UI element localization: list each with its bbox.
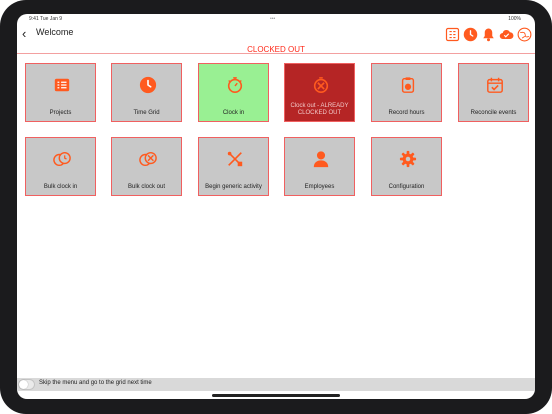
cloud-sync-icon[interactable] (498, 26, 514, 42)
building-icon[interactable] (444, 26, 460, 42)
calendar-check-icon (459, 74, 530, 96)
device-frame: 9:41 Tue Jan 9 ••• 100% ‹ Welcome CLOCKE… (0, 0, 552, 414)
globe-icon[interactable] (516, 26, 532, 42)
app-screen: 9:41 Tue Jan 9 ••• 100% ‹ Welcome CLOCKE… (17, 14, 535, 399)
clock-icon[interactable] (462, 26, 478, 42)
tile-clock-in[interactable]: Clock in (198, 63, 269, 122)
gear-icon (372, 148, 443, 170)
battery-indicator: 100% (508, 16, 521, 22)
tile-record-hours[interactable]: Record hours (371, 63, 442, 122)
tile-bulk-clock-in[interactable]: Bulk clock in (25, 137, 96, 196)
tile-configuration[interactable]: Configuration (371, 137, 442, 196)
tile-label: Reconcile events (470, 110, 517, 116)
tile-label: Projects (49, 110, 72, 116)
tools-icon (199, 148, 270, 170)
tile-label: Begin generic activity (205, 184, 262, 190)
stopwatch-icon (199, 74, 270, 96)
status-time: 9:41 Tue Jan 9 (29, 16, 63, 22)
person-icon (285, 148, 356, 170)
bell-icon[interactable] (480, 26, 496, 42)
tile-label: Employees (304, 184, 335, 190)
projects-icon (26, 74, 97, 96)
skip-menu-label: Skip the menu and go to the grid next ti… (39, 380, 152, 386)
tile-label: Clock out - ALREADY CLOCKED OUT (290, 103, 349, 116)
tile-label: Record hours (388, 110, 425, 116)
tile-label: Time Grid (133, 110, 160, 116)
tile-label: Configuration (388, 184, 425, 190)
status-bar: 9:41 Tue Jan 9 ••• 100% (17, 14, 535, 23)
tile-label: Clock in (222, 110, 245, 116)
tile-begin-generic-activity[interactable]: Begin generic activity (198, 137, 269, 196)
multitask-dots-icon: ••• (270, 16, 276, 22)
page-title: Welcome (36, 27, 74, 37)
tile-bulk-clock-out[interactable]: Bulk clock out (111, 137, 182, 196)
skip-menu-toggle[interactable] (18, 379, 35, 390)
tile-employees[interactable]: Employees (284, 137, 355, 196)
tile-label: Bulk clock out (127, 184, 166, 190)
header-bar: ‹ Welcome (17, 24, 535, 46)
bulk-clock-out-icon (112, 148, 183, 170)
clock-status-banner: CLOCKED OUT (247, 45, 305, 54)
tile-projects[interactable]: Projects (25, 63, 96, 122)
record-hours-icon (372, 74, 443, 96)
clock-out-icon (285, 74, 356, 96)
tile-reconcile-events[interactable]: Reconcile events (458, 63, 529, 122)
header-actions (444, 26, 532, 42)
toggle-knob (19, 380, 28, 389)
clock-icon (112, 74, 183, 96)
footer-bar: Skip the menu and go to the grid next ti… (17, 378, 535, 391)
back-chevron-icon[interactable]: ‹ (22, 27, 32, 40)
home-indicator (212, 394, 340, 397)
bulk-clock-in-icon (26, 148, 97, 170)
tile-time-grid[interactable]: Time Grid (111, 63, 182, 122)
tile-label: Bulk clock in (43, 184, 78, 190)
tile-clock-out[interactable]: Clock out - ALREADY CLOCKED OUT (284, 63, 355, 122)
